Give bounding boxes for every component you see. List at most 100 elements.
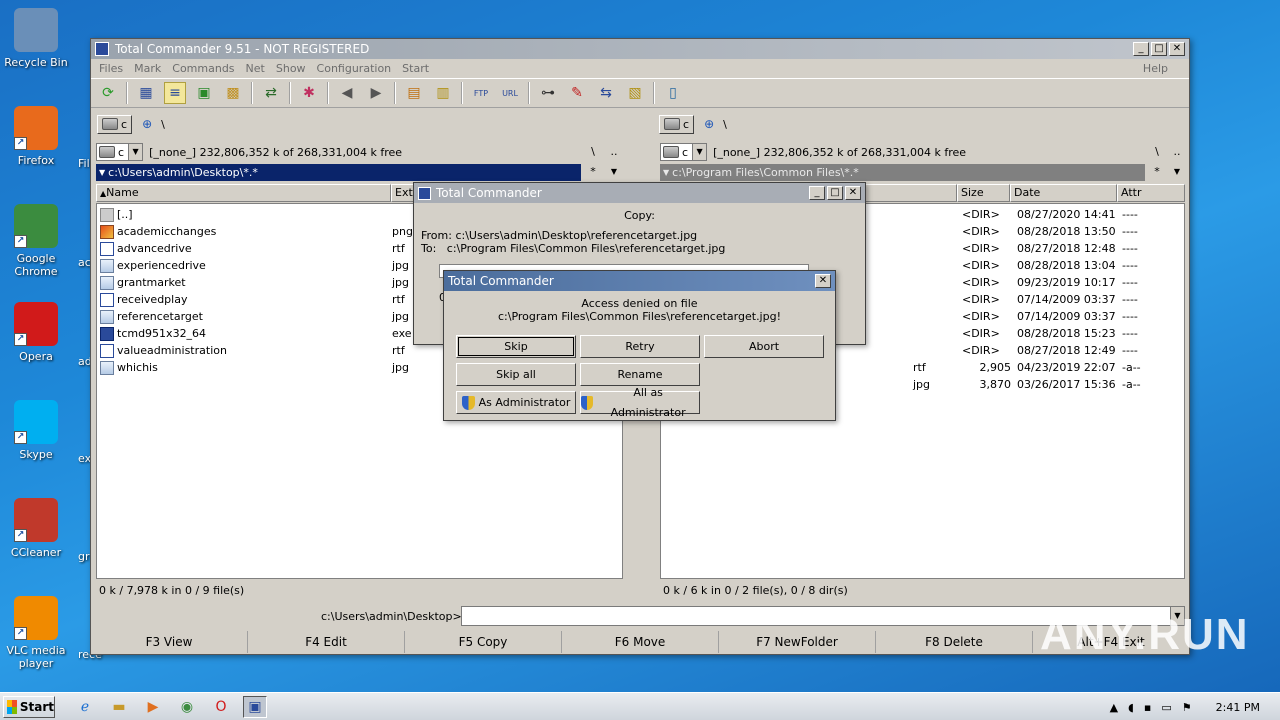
right-filter-star[interactable]: * [1148, 163, 1166, 181]
right-path-bar[interactable]: ▼ c:\Program Files\Common Files\*.* [660, 164, 1145, 181]
url-icon[interactable]: URL [499, 82, 521, 104]
left-root-button[interactable]: \ [584, 143, 602, 161]
tree-view-icon[interactable]: ▩ [222, 82, 244, 104]
desktop-icon-recycle-bin[interactable]: Recycle Bin [0, 8, 72, 69]
menu-start[interactable]: Start [402, 62, 429, 75]
invert-selection-icon[interactable]: ⇄ [260, 82, 282, 104]
desktop-icon-skype[interactable]: ↗ Skype [0, 400, 72, 461]
left-filter-star[interactable]: * [584, 163, 602, 181]
right-parent-button[interactable]: .. [1168, 143, 1186, 161]
desktop-icon-vlc[interactable]: ↗ VLC media player [0, 596, 72, 670]
speaker-icon[interactable]: ◖ [1128, 701, 1134, 714]
explorer-folder-icon[interactable]: ▬ [107, 696, 131, 718]
left-path-bar[interactable]: ▼ c:\Users\admin\Desktop\*.* [96, 164, 581, 181]
chrome-icon[interactable]: ◉ [175, 696, 199, 718]
file-name: academicchanges [117, 225, 217, 238]
right-col-size[interactable]: Size [957, 184, 1010, 202]
right-network-button[interactable]: ⊕ \ [700, 114, 731, 134]
window-title-bar[interactable]: Total Commander 9.51 - NOT REGISTERED _ … [91, 39, 1189, 59]
file-ext: exe [392, 327, 412, 340]
file-type-img-icon [100, 309, 114, 324]
unpack-icon[interactable]: ▥ [432, 82, 454, 104]
desktop-icon-label[interactable]: Fil [78, 157, 90, 170]
notepad-icon[interactable]: ▯ [662, 82, 684, 104]
left-drive-c-button[interactable]: c [97, 114, 133, 134]
f7-newfolder-button[interactable]: F7 NewFolder [719, 631, 876, 653]
compare-icon[interactable]: ▧ [624, 82, 646, 104]
menu-help[interactable]: Help [1143, 62, 1168, 75]
total-commander-taskbar-icon[interactable]: ▣ [243, 695, 267, 718]
search-binoculars-icon[interactable]: ⊶ [537, 82, 559, 104]
abort-button[interactable]: Abort [704, 335, 824, 358]
error-dialog-title-bar[interactable]: Total Commander ✕ [444, 271, 835, 291]
skip-button[interactable]: Skip [456, 335, 576, 358]
desktop-icon-firefox[interactable]: ↗ Firefox [0, 106, 72, 167]
tray-app-icon[interactable]: ▪ [1144, 701, 1151, 714]
function-key-bar: F3 View F4 Edit F5 Copy F6 Move F7 NewFo… [91, 631, 1189, 653]
desktop-icon-opera[interactable]: ↗ Opera [0, 302, 72, 363]
menu-show[interactable]: Show [276, 62, 306, 75]
all-as-administrator-button[interactable]: All as Administrator [580, 386, 700, 419]
flag-icon[interactable]: ⚑ [1182, 701, 1192, 714]
window-title: Total Commander 9.51 - NOT REGISTERED [115, 42, 370, 56]
thumbnails-icon[interactable]: ▣ [193, 82, 215, 104]
left-col-name[interactable]: ▲Name [96, 184, 391, 202]
left-drive-combo[interactable]: c ▼ [96, 143, 144, 161]
file-name: experiencedrive [117, 259, 206, 272]
ftp-icon[interactable]: FTP [470, 82, 492, 104]
refresh-icon[interactable]: ⟳ [97, 82, 119, 104]
sync-dirs-icon[interactable]: ⇆ [595, 82, 617, 104]
right-col-date[interactable]: Date [1010, 184, 1117, 202]
skip-all-button[interactable]: Skip all [456, 363, 576, 386]
menu-commands[interactable]: Commands [172, 62, 234, 75]
error-dialog-title: Total Commander [448, 274, 554, 288]
close-button[interactable]: ✕ [1169, 42, 1185, 56]
minimize-button[interactable]: _ [809, 186, 825, 200]
close-button[interactable]: ✕ [815, 274, 831, 288]
right-drive-combo[interactable]: c ▼ [660, 143, 708, 161]
menu-mark[interactable]: Mark [134, 62, 161, 75]
left-history-dropdown[interactable]: ▼ [605, 163, 623, 181]
close-button[interactable]: ✕ [845, 186, 861, 200]
opera-icon[interactable]: O [209, 696, 233, 718]
f8-delete-button[interactable]: F8 Delete [876, 631, 1033, 653]
desktop-icon-ccleaner[interactable]: ↗ CCleaner [0, 498, 72, 559]
file-type-img-icon [100, 258, 114, 273]
right-col-attr[interactable]: Attr [1117, 184, 1185, 202]
select-icon[interactable]: ✱ [298, 82, 320, 104]
left-network-button[interactable]: ⊕ \ [138, 114, 169, 134]
as-administrator-button[interactable]: As Administrator [456, 391, 576, 414]
forward-arrow-icon[interactable]: ▶ [365, 82, 387, 104]
network-tray-icon[interactable]: ▭ [1161, 701, 1171, 714]
maximize-button[interactable]: □ [827, 186, 843, 200]
pack-icon[interactable]: ▤ [403, 82, 425, 104]
menu-configuration[interactable]: Configuration [317, 62, 392, 75]
f5-copy-button[interactable]: F5 Copy [405, 631, 562, 653]
maximize-button[interactable]: □ [1151, 42, 1167, 56]
retry-button[interactable]: Retry [580, 335, 700, 358]
back-arrow-icon[interactable]: ◀ [336, 82, 358, 104]
right-drive-c-button[interactable]: c [659, 114, 695, 134]
menu-net[interactable]: Net [246, 62, 265, 75]
copy-dialog-title-bar[interactable]: Total Commander _ □ ✕ [414, 183, 865, 203]
file-name: receivedplay [117, 293, 188, 306]
f3-view-button[interactable]: F3 View [91, 631, 248, 653]
f6-move-button[interactable]: F6 Move [562, 631, 719, 653]
media-player-icon[interactable]: ▶ [141, 696, 165, 718]
command-line-path: c:\Users\admin\Desktop> [321, 609, 462, 623]
brief-view-icon[interactable]: ▦ [135, 82, 157, 104]
full-view-icon[interactable]: ≡ [164, 82, 186, 104]
start-button[interactable]: Start [3, 695, 55, 718]
f4-edit-button[interactable]: F4 Edit [248, 631, 405, 653]
tray-expand-icon[interactable]: ▲ [1110, 701, 1118, 714]
multi-rename-icon[interactable]: ✎ [566, 82, 588, 104]
clock[interactable]: 2:41 PM [1216, 701, 1260, 714]
file-type-img-icon [100, 275, 114, 290]
desktop-icon-chrome[interactable]: ↗ Google Chrome [0, 204, 72, 278]
minimize-button[interactable]: _ [1133, 42, 1149, 56]
menu-files[interactable]: Files [99, 62, 123, 75]
right-history-dropdown[interactable]: ▼ [1168, 163, 1186, 181]
left-parent-button[interactable]: .. [605, 143, 623, 161]
ie-icon[interactable]: ℯ [73, 696, 97, 718]
right-root-button[interactable]: \ [1148, 143, 1166, 161]
